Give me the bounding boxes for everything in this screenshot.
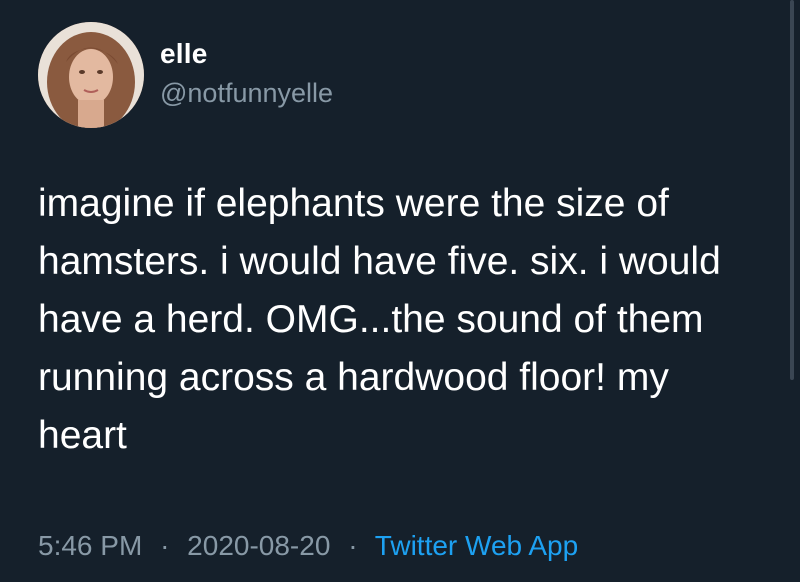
meta-separator: · [160,530,170,561]
avatar[interactable] [38,22,144,128]
meta-separator: · [348,530,358,561]
user-handle[interactable]: @notfunnyelle [160,78,333,109]
avatar-image [38,22,144,128]
tweet-line: hamsters. i would have five. six. i woul… [38,240,721,283]
tweet-source-link[interactable]: Twitter Web App [375,530,578,561]
tweet-card: elle @notfunnyelle imagine if elephants … [0,0,800,582]
tweet-text: imagine if elephants were the size of ha… [38,175,778,465]
tweet-meta: 5:46 PM · 2020-08-20 · Twitter Web App [38,530,578,562]
scrollbar[interactable] [790,0,794,380]
display-name[interactable]: elle [160,38,208,70]
tweet-line: running across a hardwood floor! my [38,356,669,399]
tweet-line: have a herd. OMG...the sound of them [38,298,704,341]
tweet-date[interactable]: 2020-08-20 [187,530,330,561]
tweet-line: heart [38,414,127,457]
tweet-time[interactable]: 5:46 PM [38,530,142,561]
tweet-line: imagine if elephants were the size of [38,182,669,225]
